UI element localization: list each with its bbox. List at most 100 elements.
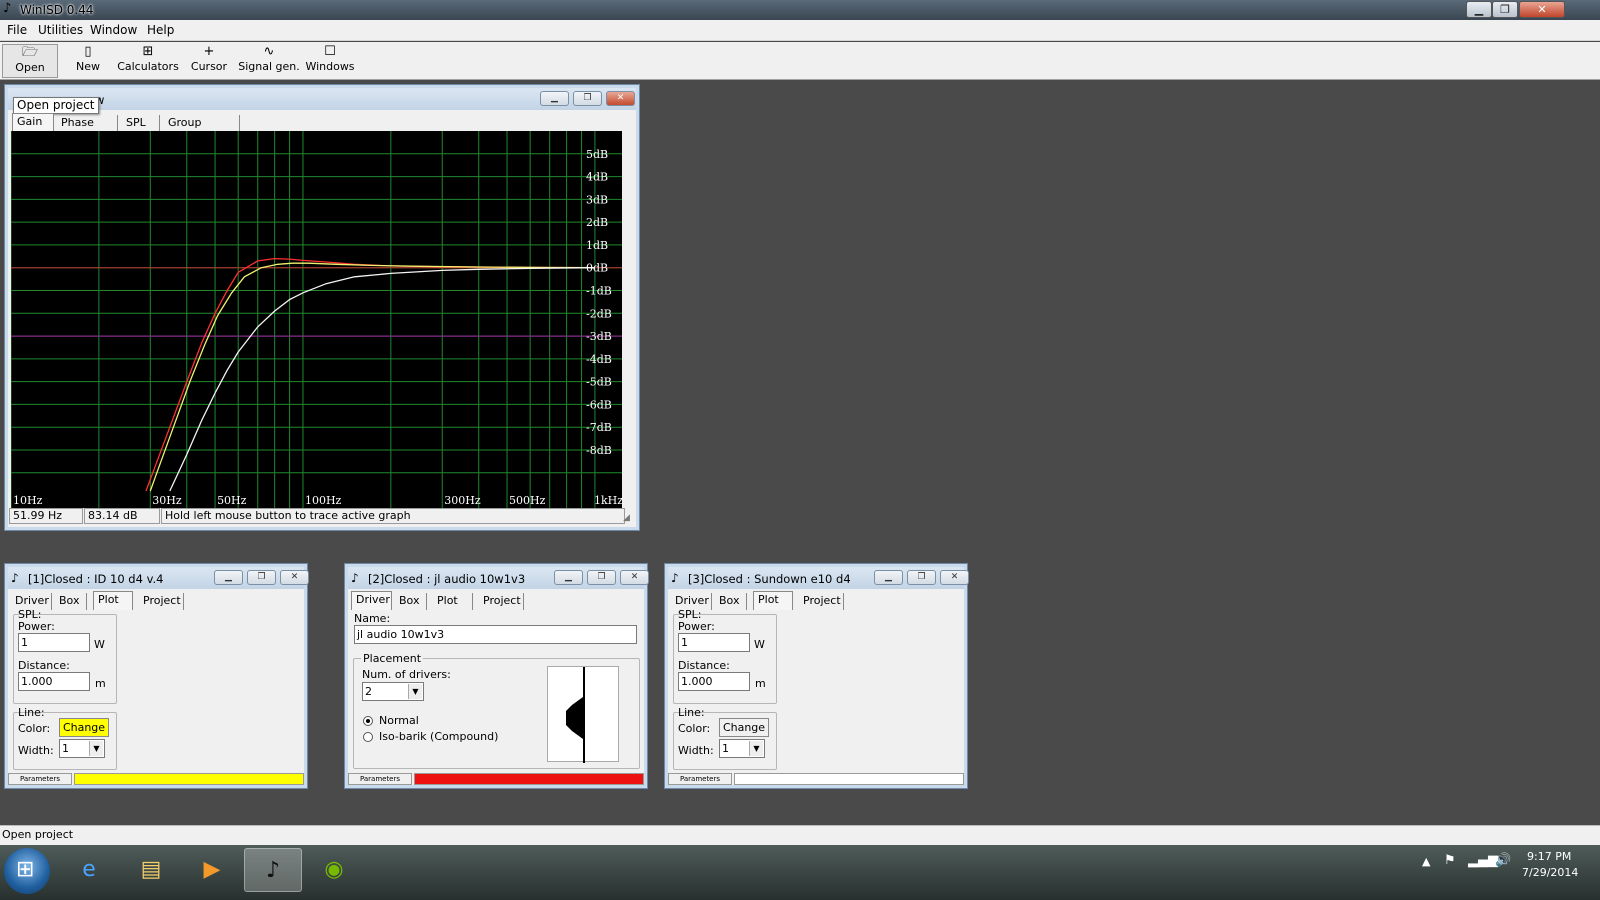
close-button[interactable]: ✕ — [1519, 1, 1565, 18]
distance-input[interactable]: 1.000 — [18, 672, 90, 691]
start-button[interactable]: ⊞ — [4, 848, 50, 894]
open-project-tooltip: Open project — [13, 97, 99, 114]
power-input[interactable]: 1 — [18, 633, 90, 652]
calculators-button[interactable]: ⊞ Calculators — [117, 44, 179, 78]
cursor-button-label: Cursor — [190, 60, 228, 73]
driver-2-status-band: Parameters — [348, 773, 644, 785]
driver-3-close-button[interactable]: ✕ — [940, 570, 969, 585]
driver-3-tabs: Driver Box Plot Project — [671, 591, 961, 610]
minimize-icon: ▁ — [885, 572, 892, 582]
internet-explorer-icon[interactable]: e — [60, 848, 118, 892]
driver-window-1: ♪ [1]Closed : ID 10 d4 v.4 ▁ ❐ ✕ Driver … — [4, 563, 309, 789]
restore-icon: ❐ — [917, 572, 926, 582]
graph-minimize-button[interactable]: ▁ — [540, 91, 569, 106]
driver-window-3-title: [3]Closed : Sundown e10 d4 — [688, 572, 851, 586]
signal-gen-button[interactable]: ∿ Signal gen. — [238, 44, 300, 78]
width-select[interactable]: 1 ▼ — [719, 739, 765, 758]
num-drivers-select[interactable]: 2 ▼ — [362, 682, 424, 701]
driver-2-tabs: Driver Box Plot Project — [351, 591, 641, 610]
driver-2-restore-button[interactable]: ❐ — [587, 570, 616, 585]
tab-gain[interactable]: Gain — [12, 113, 54, 132]
y-tick-label: 2dB — [586, 216, 608, 229]
distance-unit: m — [755, 677, 766, 690]
chevron-down-icon[interactable]: ▼ — [89, 741, 103, 756]
tab-box[interactable]: Box — [55, 593, 87, 610]
volume-icon[interactable]: 🔊 — [1495, 853, 1511, 868]
chevron-down-icon[interactable]: ▼ — [749, 741, 763, 756]
tab-spl[interactable]: SPL — [122, 115, 160, 132]
x-tick-label: 300Hz — [444, 494, 481, 507]
distance-input[interactable]: 1.000 — [678, 672, 750, 691]
winisd-taskbar-icon[interactable]: ♪ — [244, 848, 302, 892]
tab-group-delay[interactable]: Group delay — [164, 115, 240, 145]
restore-button[interactable]: ❐ — [1492, 1, 1518, 18]
driver-window-3-title-bar[interactable]: ♪ [3]Closed : Sundown e10 d4 ▁ ❐ ✕ — [668, 567, 969, 589]
show-hidden-icons-icon[interactable]: ▲ — [1422, 855, 1430, 868]
series-line-1 — [149, 262, 595, 492]
clock-date[interactable]: 7/29/2014 — [1522, 866, 1578, 879]
graph-restore-button[interactable]: ❐ — [573, 91, 602, 106]
driver-window-1-title-bar[interactable]: ♪ [1]Closed : ID 10 d4 v.4 ▁ ❐ ✕ — [8, 567, 309, 589]
series-line-2 — [169, 267, 595, 492]
gain-chart[interactable]: 5dB 4dB 3dB 2dB 1dB 0dB -1dB -2dB -3dB -4dB -5dB -6… — [10, 131, 623, 508]
driver-2-close-button[interactable]: ✕ — [620, 570, 649, 585]
action-center-flag-icon[interactable]: ⚑ — [1444, 853, 1456, 868]
resize-grip-icon[interactable]: ◢ — [623, 513, 630, 523]
nvidia-icon[interactable]: ◉ — [305, 848, 363, 892]
minimize-icon: ▁ — [1474, 3, 1484, 16]
menu-file[interactable]: File — [7, 23, 27, 37]
driver-3-minimize-button[interactable]: ▁ — [874, 570, 903, 585]
y-tick-label: 0dB — [586, 262, 608, 275]
new-button[interactable]: ▯ New — [62, 44, 114, 78]
radio-isobarik-label[interactable]: Iso-barik (Compound) — [379, 730, 498, 743]
tab-box[interactable]: Box — [715, 593, 747, 610]
power-input[interactable]: 1 — [678, 633, 750, 652]
driver-window-2-title-bar[interactable]: ♪ [2]Closed : jl audio 10w1v3 ▁ ❐ ✕ — [348, 567, 649, 589]
change-color-button[interactable]: Change — [719, 718, 769, 737]
menu-window[interactable]: Window — [90, 23, 137, 37]
file-explorer-icon[interactable]: ▤ — [122, 848, 180, 892]
taskbar: ⊞ e ▤ ▶ ♪ ◉ ▲ ⚑ ▂▄▆ 🔊 9:17 PM 7/29/2014 — [0, 845, 1600, 900]
driver-3-restore-button[interactable]: ❐ — [907, 570, 936, 585]
tab-project[interactable]: Project — [139, 593, 184, 610]
windows-button[interactable]: ☐ Windows — [302, 44, 358, 78]
tab-project[interactable]: Project — [799, 593, 844, 610]
change-color-button[interactable]: Change — [59, 718, 109, 737]
chevron-down-icon[interactable]: ▼ — [408, 684, 422, 699]
driver-1-restore-button[interactable]: ❐ — [247, 570, 276, 585]
driver-window-3: ♪ [3]Closed : Sundown e10 d4 ▁ ❐ ✕ Drive… — [664, 563, 969, 789]
close-icon: ✕ — [290, 572, 299, 582]
tab-plot[interactable]: Plot — [753, 591, 793, 610]
tab-plot[interactable]: Plot — [433, 593, 473, 610]
driver-1-close-button[interactable]: ✕ — [280, 570, 309, 585]
tab-project[interactable]: Project — [479, 593, 524, 610]
network-icon[interactable]: ▂▄▆ — [1468, 853, 1498, 868]
radio-normal[interactable] — [363, 716, 373, 726]
clock-time[interactable]: 9:17 PM — [1527, 850, 1571, 863]
name-label: Name: — [354, 612, 391, 625]
cursor-button[interactable]: + Cursor — [186, 44, 232, 78]
radio-isobarik[interactable] — [363, 732, 373, 742]
driver-2-minimize-button[interactable]: ▁ — [554, 570, 583, 585]
graph-window-title-bar[interactable]: ow ▁ ❐ ✕ — [8, 88, 636, 110]
winisd-app-icon: ♪ — [671, 571, 679, 585]
driver-name-input[interactable]: jl audio 10w1v3 — [354, 625, 637, 644]
graph-close-button[interactable]: ✕ — [606, 91, 635, 106]
menu-help[interactable]: Help — [147, 23, 174, 37]
width-select[interactable]: 1 ▼ — [59, 739, 105, 758]
tab-driver[interactable]: Driver — [351, 591, 392, 610]
tab-phase-plot[interactable]: Phase plot — [57, 115, 118, 145]
winisd-app-icon: ♪ — [3, 1, 12, 16]
radio-normal-label[interactable]: Normal — [379, 714, 419, 727]
driver-1-minimize-button[interactable]: ▁ — [214, 570, 243, 585]
graph-window: ow ▁ ❐ ✕ Open project Gain Phase plot SP… — [4, 84, 640, 531]
speaker-placement-icon — [566, 667, 585, 763]
menu-utilities[interactable]: Utilities — [38, 23, 83, 37]
tab-plot[interactable]: Plot — [93, 591, 133, 610]
tab-box[interactable]: Box — [395, 593, 427, 610]
open-button[interactable]: 🗁 Open — [2, 44, 58, 78]
color-label: Color: — [18, 722, 51, 735]
gain-graph[interactable]: 5dB 4dB 3dB 2dB 1dB 0dB -1dB -2dB -3dB -4dB -5dB -6… — [10, 131, 623, 508]
minimize-button[interactable]: ▁ — [1466, 1, 1492, 18]
media-player-icon[interactable]: ▶ — [183, 848, 241, 892]
